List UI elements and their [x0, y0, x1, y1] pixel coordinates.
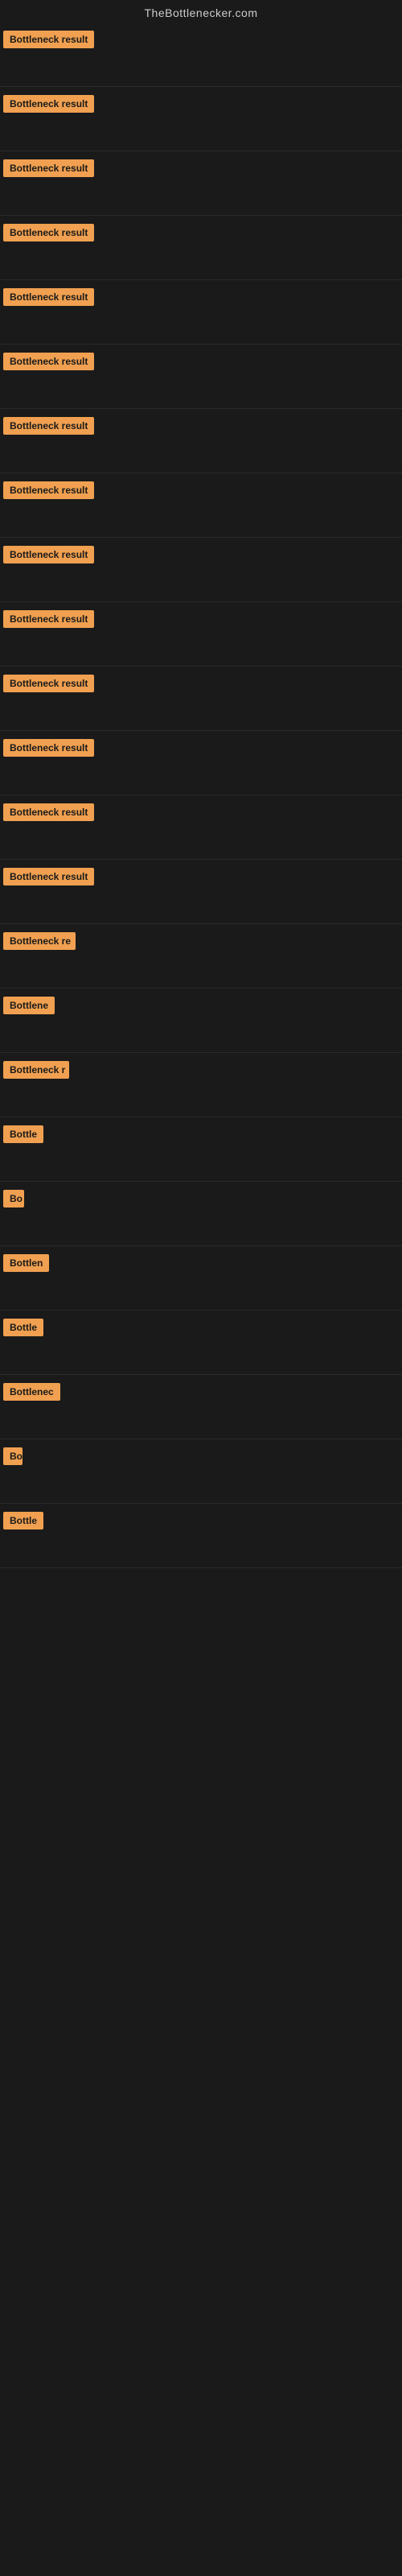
bottleneck-badge[interactable]: Bottlen: [3, 1254, 49, 1272]
list-item: Bottleneck result: [0, 216, 402, 280]
list-item: Bottleneck result: [0, 23, 402, 87]
bottleneck-badge[interactable]: Bottleneck result: [3, 224, 94, 242]
bottleneck-badge[interactable]: Bottleneck result: [3, 159, 94, 177]
bottleneck-badge[interactable]: Bo: [3, 1190, 24, 1208]
list-item: Bottleneck result: [0, 473, 402, 538]
bottleneck-badge[interactable]: Bottleneck result: [3, 868, 94, 886]
list-item: Bottleneck result: [0, 731, 402, 795]
bottleneck-badge[interactable]: Bottleneck result: [3, 353, 94, 370]
bottleneck-badge[interactable]: Bottle: [3, 1319, 43, 1336]
bottleneck-badge[interactable]: Bottle: [3, 1512, 43, 1530]
bottleneck-badge[interactable]: Bottleneck result: [3, 675, 94, 692]
list-item: Bottleneck result: [0, 667, 402, 731]
list-item: Bottleneck result: [0, 538, 402, 602]
list-item: Bottleneck re: [0, 924, 402, 989]
list-item: Bottleneck result: [0, 860, 402, 924]
bottleneck-badge[interactable]: Bottleneck result: [3, 481, 94, 499]
list-item: Bottleneck result: [0, 409, 402, 473]
bottleneck-badge[interactable]: Bottleneck result: [3, 803, 94, 821]
bottleneck-badge[interactable]: Bo: [3, 1447, 23, 1465]
bottleneck-badge[interactable]: Bottleneck result: [3, 288, 94, 306]
bottleneck-badge[interactable]: Bottleneck result: [3, 546, 94, 564]
list-item: Bottleneck result: [0, 151, 402, 216]
list-item: Bottlen: [0, 1246, 402, 1311]
bottleneck-badge[interactable]: Bottleneck result: [3, 610, 94, 628]
list-item: Bottleneck result: [0, 602, 402, 667]
bottleneck-badge[interactable]: Bottleneck result: [3, 31, 94, 48]
list-item: Bottleneck r: [0, 1053, 402, 1117]
bottleneck-badge[interactable]: Bottleneck re: [3, 932, 76, 950]
list-item: Bottle: [0, 1504, 402, 1568]
list-item: Bottleneck result: [0, 280, 402, 345]
list-item: Bottlene: [0, 989, 402, 1053]
site-title: TheBottlenecker.com: [0, 0, 402, 23]
bottleneck-badge[interactable]: Bottleneck r: [3, 1061, 69, 1079]
list-item: Bottleneck result: [0, 87, 402, 151]
list-item: Bottle: [0, 1117, 402, 1182]
bottleneck-badge[interactable]: Bottleneck result: [3, 417, 94, 435]
bottleneck-badge[interactable]: Bottle: [3, 1125, 43, 1143]
list-item: Bo: [0, 1182, 402, 1246]
list-item: Bottlenec: [0, 1375, 402, 1439]
bottleneck-badge[interactable]: Bottlene: [3, 997, 55, 1014]
bottleneck-badge[interactable]: Bottleneck result: [3, 95, 94, 113]
bottleneck-badge[interactable]: Bottleneck result: [3, 739, 94, 757]
bottleneck-badge[interactable]: Bottlenec: [3, 1383, 60, 1401]
list-item: Bottle: [0, 1311, 402, 1375]
list-item: Bo: [0, 1439, 402, 1504]
list-item: Bottleneck result: [0, 795, 402, 860]
list-item: Bottleneck result: [0, 345, 402, 409]
